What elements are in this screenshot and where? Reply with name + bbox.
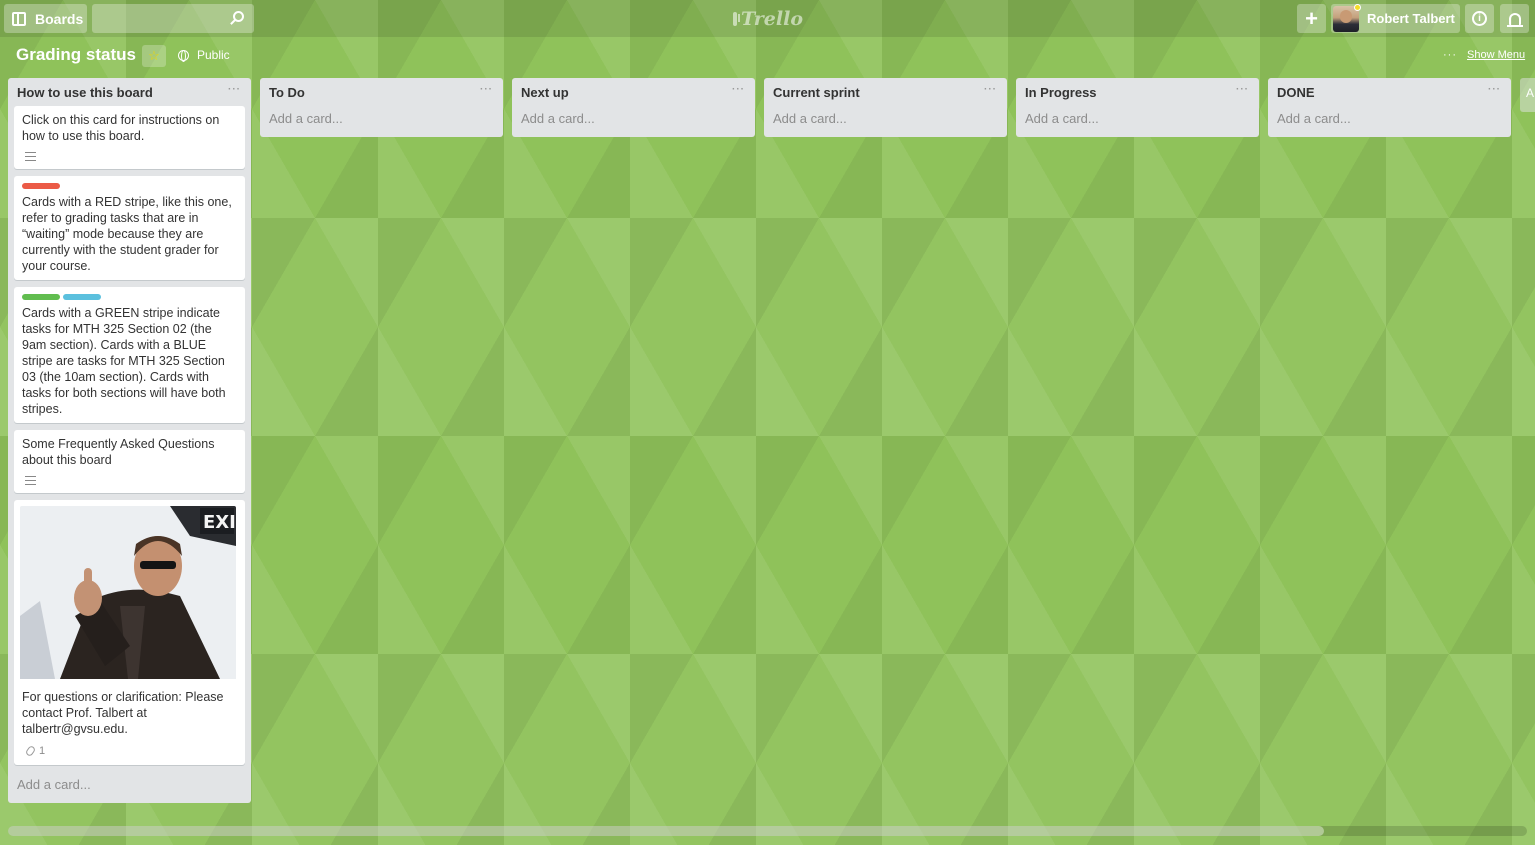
list-menu-icon[interactable]: ··· (480, 84, 493, 95)
search-icon[interactable] (233, 11, 244, 22)
card-title: Some Frequently Asked Questions about th… (22, 437, 215, 467)
star-board-button[interactable]: ☆ (142, 45, 166, 67)
list-title[interactable]: Next up (521, 85, 569, 100)
boards-button-label: Boards (35, 10, 84, 27)
add-list-peek[interactable]: A (1520, 78, 1535, 112)
description-icon (25, 476, 36, 485)
list-next-up: Next up ··· Add a card... (512, 78, 755, 137)
show-menu-button[interactable]: ··· Show Menu (1443, 49, 1525, 61)
board-title[interactable]: Grading status (16, 45, 136, 65)
description-icon (25, 152, 36, 161)
avatar (1333, 3, 1361, 32)
trello-logo-icon (733, 11, 741, 26)
card-title: Click on this card for instructions on h… (22, 113, 220, 143)
globe-icon (178, 49, 189, 62)
member-menu-button[interactable]: Robert Talbert (1331, 3, 1460, 33)
scrollbar-thumb[interactable] (8, 826, 1324, 836)
list-to-do: To Do ··· Add a card... (260, 78, 503, 137)
cover-photo: EXI (20, 506, 236, 679)
card-faq[interactable]: Some Frequently Asked Questions about th… (14, 430, 245, 493)
list-done: DONE ··· Add a card... (1268, 78, 1511, 137)
list-how-to-use: How to use this board ··· Click on this … (8, 78, 251, 803)
plus-icon: + (1305, 5, 1318, 31)
list-title[interactable]: In Progress (1025, 85, 1097, 100)
show-menu-label: Show Menu (1467, 49, 1526, 61)
search-input[interactable] (92, 4, 254, 33)
label-green[interactable] (22, 294, 60, 300)
list-current-sprint: Current sprint ··· Add a card... (764, 78, 1007, 137)
boards-icon (12, 11, 26, 26)
star-icon: ☆ (148, 48, 160, 63)
label-blue[interactable] (63, 294, 101, 300)
card-instructions[interactable]: Click on this card for instructions on h… (14, 106, 245, 169)
card-badges: 1 (22, 743, 237, 759)
list-menu-icon[interactable]: ··· (984, 84, 997, 95)
avatar-badge (1354, 3, 1361, 11)
list-header[interactable]: In Progress ··· (1016, 78, 1259, 106)
card-title: Cards with a GREEN stripe indicate tasks… (22, 306, 226, 416)
card-title: Cards with a RED stripe, like this one, … (22, 195, 232, 273)
attachment-count: 1 (39, 745, 46, 757)
notifications-button[interactable] (1500, 4, 1529, 33)
top-header-bar: Boards Trello + Robert Talbert i (0, 0, 1535, 37)
list-title[interactable]: Current sprint (773, 85, 860, 100)
list-title[interactable]: How to use this board (17, 85, 153, 100)
add-card-link[interactable]: Add a card... (1016, 106, 1259, 137)
list-header[interactable]: Current sprint ··· (764, 78, 1007, 106)
add-card-link[interactable]: Add a card... (764, 106, 1007, 137)
card-green-blue-stripe[interactable]: Cards with a GREEN stripe indicate tasks… (14, 287, 245, 423)
list-menu-icon[interactable]: ··· (1236, 84, 1249, 95)
cover-sign-text: EXI (203, 512, 236, 533)
add-button[interactable]: + (1297, 4, 1326, 33)
horizontal-scrollbar[interactable] (8, 826, 1527, 836)
add-card-link[interactable]: Add a card... (260, 106, 503, 137)
trello-logo-text: Trello (741, 7, 803, 30)
add-card-link[interactable]: Add a card... (1268, 106, 1511, 137)
list-title[interactable]: DONE (1277, 85, 1315, 100)
info-button[interactable]: i (1465, 4, 1494, 33)
list-title[interactable]: To Do (269, 85, 305, 100)
card-contact[interactable]: EXI For questions or clarification: Plea… (14, 500, 245, 765)
card-red-stripe[interactable]: Cards with a RED stripe, like this one, … (14, 176, 245, 280)
menu-dots-icon: ··· (1443, 49, 1457, 61)
list-header[interactable]: How to use this board ··· (8, 78, 251, 106)
add-card-link[interactable]: Add a card... (8, 772, 251, 803)
list-header[interactable]: DONE ··· (1268, 78, 1511, 106)
list-in-progress: In Progress ··· Add a card... (1016, 78, 1259, 137)
trello-logo[interactable]: Trello (733, 6, 803, 31)
card-labels (22, 294, 237, 300)
board-visibility-button[interactable]: Public (178, 48, 230, 62)
list-header[interactable]: To Do ··· (260, 78, 503, 106)
card-cover-image: EXI (20, 506, 236, 679)
add-card-link[interactable]: Add a card... (512, 106, 755, 137)
card-title: For questions or clarification: Please c… (22, 690, 224, 736)
list-menu-icon[interactable]: ··· (1488, 84, 1501, 95)
card-labels (22, 183, 237, 189)
board-visibility-label: Public (197, 48, 230, 62)
list-header[interactable]: Next up ··· (512, 78, 755, 106)
member-name: Robert Talbert (1367, 11, 1455, 26)
boards-button[interactable]: Boards (4, 4, 87, 33)
label-red[interactable] (22, 183, 60, 189)
attachment-icon (24, 744, 37, 758)
list-menu-icon[interactable]: ··· (732, 84, 745, 95)
bell-icon (1506, 12, 1523, 27)
list-menu-icon[interactable]: ··· (228, 84, 241, 95)
info-icon: i (1472, 11, 1487, 26)
